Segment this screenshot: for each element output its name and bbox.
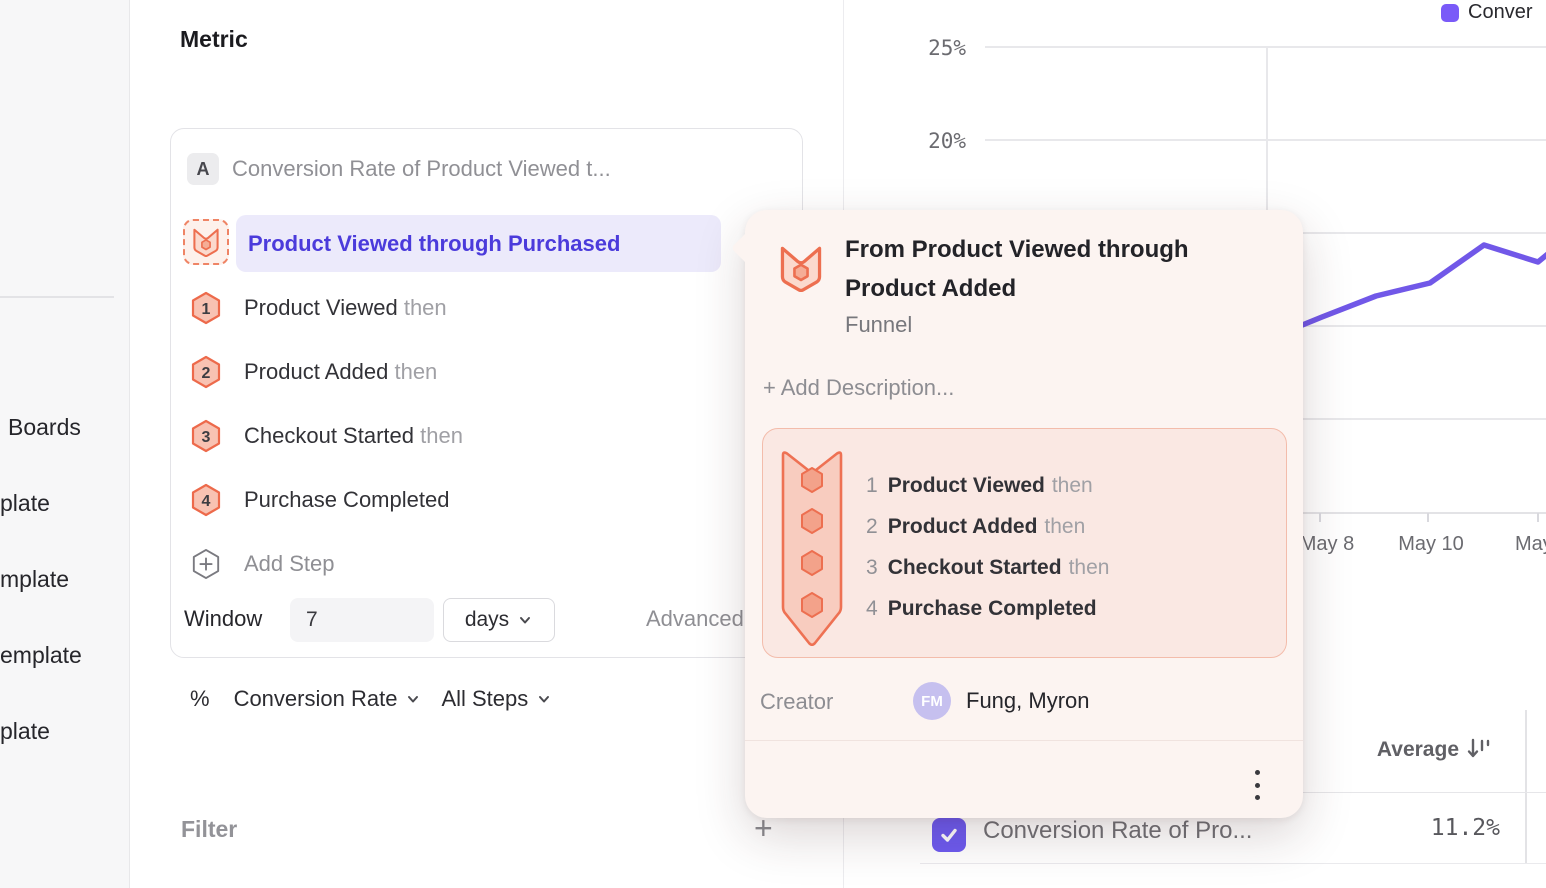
xtick-label-may10: May 10 bbox=[1398, 533, 1464, 555]
funnel-icon bbox=[192, 227, 220, 257]
sidebar: Boards plate mplate emplate plate bbox=[0, 0, 130, 888]
add-step-hexagon-icon bbox=[191, 548, 221, 580]
step-2-connector: then bbox=[394, 359, 437, 384]
conversion-rate-dropdown[interactable]: Conversion Rate bbox=[234, 686, 422, 712]
metric-title[interactable]: Conversion Rate of Product Viewed t... bbox=[232, 156, 611, 182]
table-row-metric-label: Conversion Rate of Pro... bbox=[983, 817, 1283, 845]
popover-funnel-icon bbox=[779, 244, 823, 297]
sidebar-item-template-3[interactable]: emplate bbox=[0, 642, 82, 669]
sidebar-item-template-4[interactable]: plate bbox=[0, 718, 50, 745]
step-1-hexagon-badge: 1 bbox=[190, 291, 222, 325]
popover-title: From Product Viewed through Product Adde… bbox=[845, 230, 1265, 308]
popover-entity-type: Funnel bbox=[845, 312, 912, 338]
xtick-label-may12: May bbox=[1515, 533, 1546, 555]
chevron-down-icon bbox=[405, 691, 421, 707]
svg-text:3: 3 bbox=[202, 429, 211, 446]
window-label: Window bbox=[184, 606, 262, 632]
funnel-icon-selected[interactable] bbox=[183, 219, 229, 265]
advanced-link[interactable]: Advanced bbox=[646, 606, 744, 632]
measure-row: % Conversion Rate All Steps bbox=[190, 686, 552, 712]
step-3-hexagon-badge: 3 bbox=[190, 419, 222, 453]
step-3-connector: then bbox=[420, 423, 463, 448]
step-1-name: Product Viewed bbox=[244, 295, 398, 320]
xtick-label-may8: May 8 bbox=[1300, 533, 1354, 555]
svg-text:4: 4 bbox=[202, 493, 211, 510]
ytick-label-25: 25% bbox=[928, 36, 966, 60]
popover-steps-list: 1 Product Viewed then 2 Product Added th… bbox=[866, 465, 1109, 629]
creator-name: Fung, Myron bbox=[966, 688, 1090, 714]
sidebar-item-template-2[interactable]: mplate bbox=[0, 566, 69, 593]
window-value-input[interactable] bbox=[290, 598, 434, 642]
funnel-banner-icon bbox=[779, 449, 845, 649]
sidebar-item-boards[interactable]: Boards bbox=[8, 414, 81, 441]
sidebar-item-template-1[interactable]: plate bbox=[0, 490, 50, 517]
sidebar-divider bbox=[0, 296, 114, 298]
step-3-name: Checkout Started bbox=[244, 423, 414, 448]
creator-avatar[interactable]: FM bbox=[913, 682, 951, 720]
filter-section-heading: Filter bbox=[181, 816, 237, 843]
average-header-label: Average bbox=[1377, 738, 1459, 762]
table-column-divider bbox=[1525, 710, 1527, 863]
step-1-connector: then bbox=[404, 295, 447, 320]
add-description-button[interactable]: + Add Description... bbox=[763, 375, 954, 401]
table-row-underline bbox=[920, 863, 1546, 864]
funnel-step-1[interactable]: 1 Product Viewed then bbox=[190, 291, 750, 325]
ytick-label-20: 20% bbox=[928, 129, 966, 153]
window-unit-value: days bbox=[465, 608, 509, 632]
popover-step-1: 1 Product Viewed then bbox=[866, 465, 1109, 506]
creator-label: Creator bbox=[760, 689, 833, 715]
add-step-button[interactable]: Add Step bbox=[191, 548, 491, 580]
funnel-step-4[interactable]: 4 Purchase Completed bbox=[190, 483, 750, 517]
metric-a-badge: A bbox=[187, 153, 219, 185]
sort-descending-icon bbox=[1465, 736, 1492, 763]
svg-text:2: 2 bbox=[202, 365, 211, 382]
metric-section-heading: Metric bbox=[180, 26, 248, 53]
more-options-kebab-button[interactable] bbox=[1247, 768, 1267, 802]
chevron-down-icon bbox=[536, 691, 552, 707]
funnel-step-2[interactable]: 2 Product Added then bbox=[190, 355, 750, 389]
step-4-name: Purchase Completed bbox=[244, 487, 449, 512]
step-2-name: Product Added bbox=[244, 359, 388, 384]
check-icon bbox=[939, 825, 959, 845]
metric-card: A Conversion Rate of Product Viewed t...… bbox=[170, 128, 803, 658]
popover-steps-card: 1 Product Viewed then 2 Product Added th… bbox=[762, 428, 1287, 658]
selected-funnel-name[interactable]: Product Viewed through Purchased bbox=[236, 215, 721, 272]
all-steps-label: All Steps bbox=[441, 686, 528, 712]
popover-step-3: 3 Checkout Started then bbox=[866, 547, 1109, 588]
popover-step-4: 4 Purchase Completed bbox=[866, 588, 1109, 629]
percent-symbol: % bbox=[190, 686, 210, 712]
popover-footer-divider bbox=[745, 740, 1303, 741]
conversion-rate-line-series bbox=[1295, 245, 1546, 328]
chevron-down-icon bbox=[517, 612, 533, 628]
funnel-details-popover: From Product Viewed through Product Adde… bbox=[745, 210, 1303, 818]
popover-step-2: 2 Product Added then bbox=[866, 506, 1109, 547]
average-column-header[interactable]: Average bbox=[1280, 736, 1492, 763]
funnel-step-3[interactable]: 3 Checkout Started then bbox=[190, 419, 750, 453]
step-4-hexagon-badge: 4 bbox=[190, 483, 222, 517]
selected-funnel-label: Product Viewed through Purchased bbox=[248, 231, 620, 257]
add-step-label: Add Step bbox=[244, 551, 335, 577]
series-visibility-checkbox[interactable] bbox=[932, 818, 966, 852]
all-steps-dropdown[interactable]: All Steps bbox=[441, 686, 552, 712]
step-2-hexagon-badge: 2 bbox=[190, 355, 222, 389]
window-unit-select[interactable]: days bbox=[443, 598, 555, 642]
conversion-rate-label: Conversion Rate bbox=[234, 686, 398, 712]
table-row-average-value: 11.2% bbox=[1370, 815, 1500, 841]
svg-text:1: 1 bbox=[202, 301, 211, 318]
